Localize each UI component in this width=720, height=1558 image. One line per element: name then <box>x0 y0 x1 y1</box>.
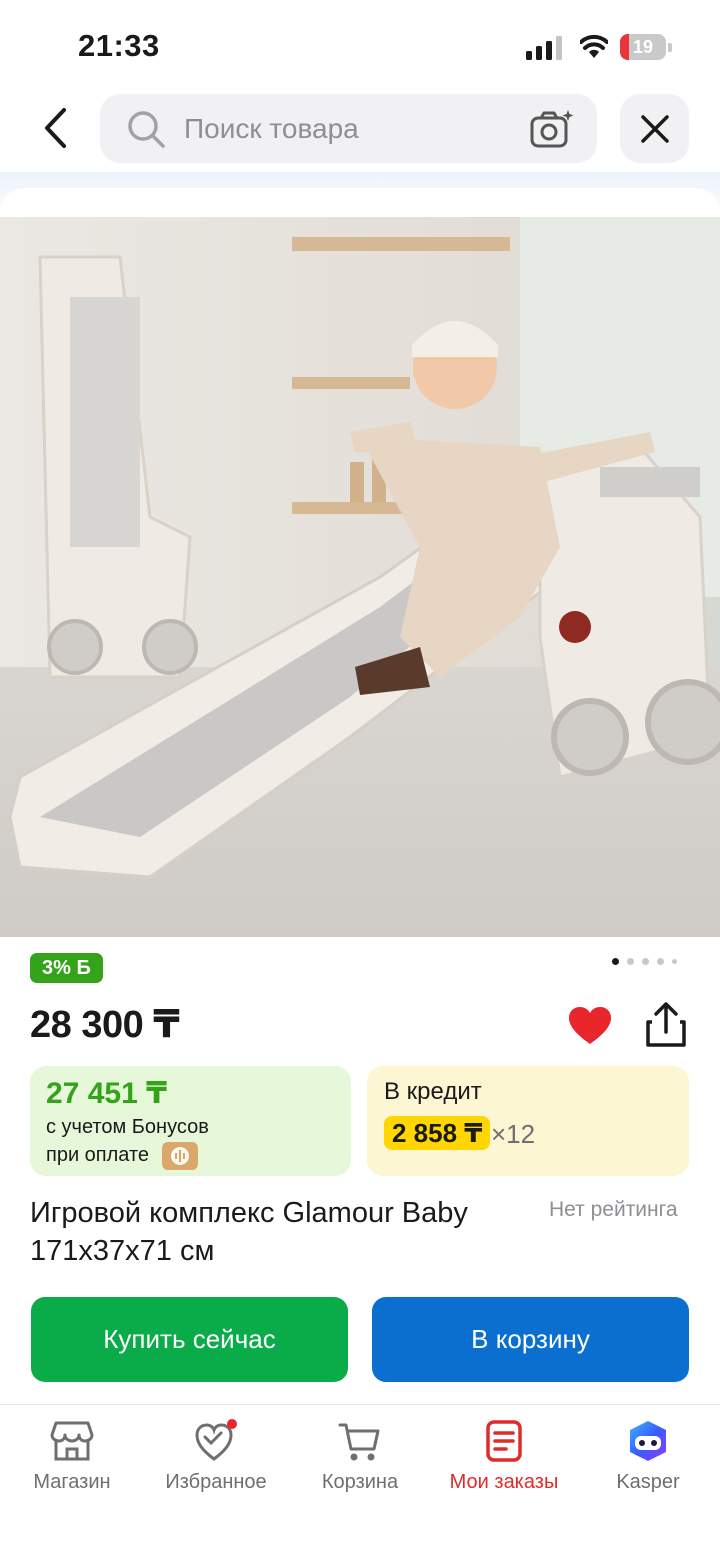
nav-label: Kasper <box>616 1471 680 1493</box>
status-time: 21:33 <box>78 28 160 63</box>
product-page: 21:33 19 Поиск товара 3% Б 28 300 ₸ 27 4… <box>0 0 720 1558</box>
close-button[interactable] <box>620 94 689 163</box>
image-pager <box>612 958 677 965</box>
buy-now-button[interactable]: Купить сейчас <box>31 1297 348 1382</box>
add-to-cart-button[interactable]: В корзину <box>372 1297 689 1382</box>
bonus-coin-icon <box>162 1142 198 1170</box>
wifi-icon <box>580 34 608 58</box>
credit-title: В кредит <box>384 1078 482 1105</box>
search-icon <box>128 111 165 148</box>
nav-label: Избранное <box>165 1471 267 1493</box>
bonus-price-card[interactable]: 27 451 ₸ с учетом Бонусов при оплате <box>30 1066 351 1176</box>
bottom-navigation: Магазин Избранное Корзина Мои заказы Kas… <box>0 1404 720 1558</box>
bonus-percent-badge: 3% Б <box>30 953 103 983</box>
cellular-signal-icon <box>526 36 562 60</box>
credit-monthly-amount: 2 858 ₸ <box>384 1116 491 1150</box>
nav-item-kasper[interactable]: Kasper <box>576 1405 720 1515</box>
nav-item-shop[interactable]: Магазин <box>0 1405 144 1515</box>
product-title: Игровой комплекс Glamour Baby 171x37x71 … <box>30 1197 468 1267</box>
battery-level: 19 <box>632 37 654 57</box>
nav-item-cart[interactable]: Корзина <box>288 1405 432 1515</box>
heart-outline-icon <box>195 1419 237 1461</box>
camera-search-icon[interactable] <box>530 108 574 150</box>
product-rating[interactable]: Нет рейтинга <box>549 1198 678 1222</box>
credit-months: ×12 <box>491 1119 536 1149</box>
pager-dot <box>642 958 649 965</box>
cart-icon <box>338 1423 380 1461</box>
favorite-heart-icon[interactable] <box>568 1006 612 1046</box>
store-icon <box>50 1421 94 1461</box>
nav-item-favorites[interactable]: Избранное <box>144 1405 288 1515</box>
product-price: 28 300 ₸ <box>30 1004 180 1046</box>
nav-label: Корзина <box>321 1471 399 1493</box>
battery-icon: 19 <box>620 34 672 60</box>
pager-dot <box>627 958 634 965</box>
pager-dot <box>657 958 664 965</box>
search-input[interactable] <box>184 94 514 163</box>
status-bar: 21:33 19 <box>0 0 720 90</box>
nav-label: Магазин <box>33 1471 111 1493</box>
search-bar[interactable] <box>100 94 597 163</box>
nav-item-orders[interactable]: Мои заказы <box>432 1405 576 1515</box>
pager-dot <box>672 959 677 964</box>
product-image[interactable] <box>0 217 720 937</box>
nav-label: Мои заказы <box>449 1471 559 1493</box>
chevron-left-icon <box>45 108 66 148</box>
credit-offer-card[interactable]: В кредит 2 858 ₸ ×12 <box>367 1066 689 1176</box>
share-icon[interactable] <box>644 1002 688 1048</box>
orders-icon <box>486 1420 522 1462</box>
bonus-note-line1: с учетом Бонусов <box>46 1116 209 1138</box>
back-button[interactable] <box>30 100 82 156</box>
kasper-assistant-icon <box>630 1421 666 1461</box>
bonus-note-line2: при оплате <box>46 1144 150 1166</box>
close-icon <box>640 114 669 143</box>
pager-dot <box>612 958 619 965</box>
bonus-price: 27 451 ₸ <box>46 1077 167 1110</box>
